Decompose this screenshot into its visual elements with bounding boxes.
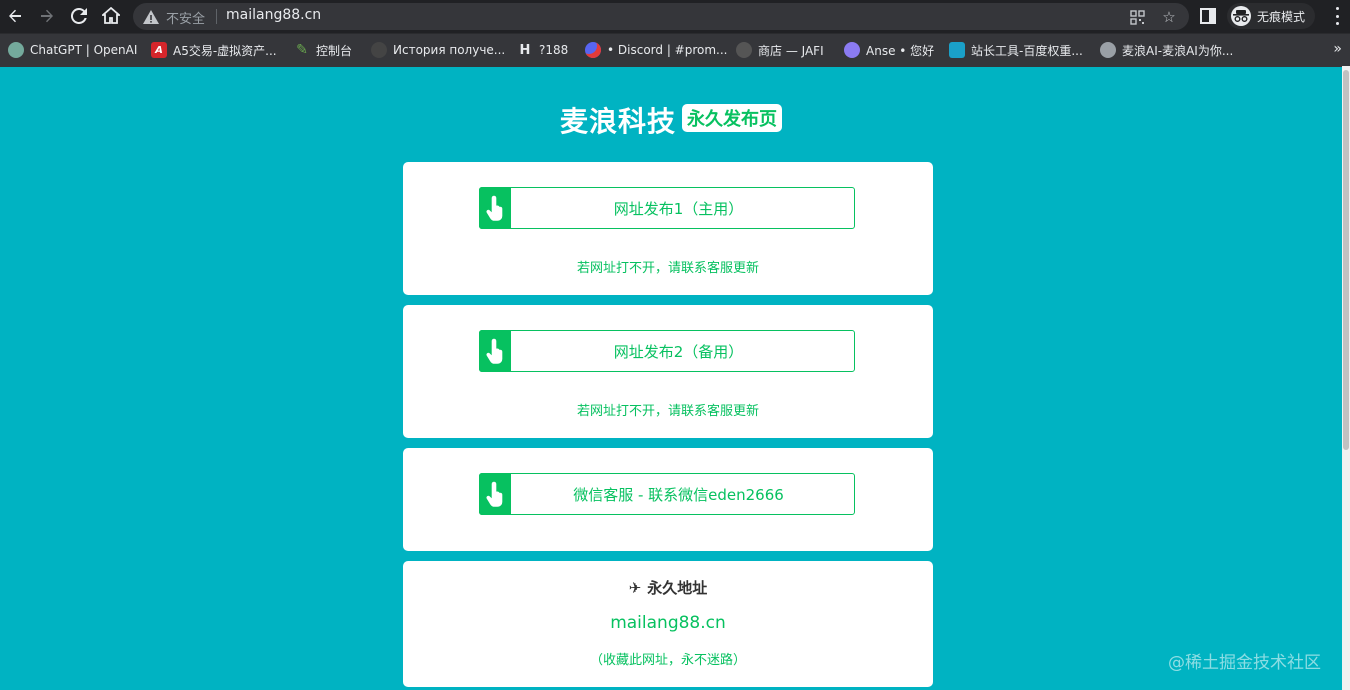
bookmark-item[interactable]: ✎ 控制台 <box>294 40 352 60</box>
permanent-title-text: 永久地址 <box>647 579 708 597</box>
openai-icon <box>8 42 24 58</box>
link-card: 微信客服 - 联系微信eden2666 <box>403 448 933 551</box>
more-bookmarks-icon[interactable]: » <box>1333 41 1342 57</box>
bookmark-label: ?188 <box>539 43 569 57</box>
bookmark-label: Anse • 您好 <box>866 43 935 58</box>
anse-icon <box>844 42 860 58</box>
link-button-backup[interactable]: 网址发布2（备用） <box>479 329 855 372</box>
link-button-label: 网址发布2（备用） <box>613 342 744 361</box>
bookmark-label: 麦浪AI-麦浪AI为你... <box>1122 43 1234 58</box>
contact-note: 若网址打不开，请联系客服更新 <box>576 404 759 419</box>
pointer-hand-icon <box>479 472 511 515</box>
permanent-address-card: ✈ 永久地址 mailang88.cn （收藏此网址，永不迷路） <box>403 561 933 687</box>
bookmark-item[interactable]: Anse • 您好 <box>844 40 934 60</box>
console-icon: ✎ <box>296 42 308 58</box>
bookmarks-bar: ChatGPT | OpenAI A A5交易-虚拟资产... ✎ 控制台 Ис… <box>0 33 1350 67</box>
link-button-primary[interactable]: 网址发布1（主用） <box>479 186 855 229</box>
pointer-hand-icon <box>479 329 511 372</box>
permanent-title: ✈ 永久地址 <box>403 577 933 598</box>
side-panel-icon[interactable] <box>1200 8 1216 24</box>
bookmark-label: История получе... <box>393 43 506 57</box>
bookmark-item[interactable]: 麦浪AI-麦浪AI为你... <box>1100 40 1233 60</box>
store-icon <box>736 42 752 58</box>
incognito-label: 无痕模式 <box>1257 9 1306 24</box>
discord-icon <box>585 42 601 58</box>
security-label[interactable]: 不安全 <box>166 8 205 27</box>
bookmark-item[interactable]: История получе... <box>371 40 505 60</box>
omnibox-divider <box>216 9 217 24</box>
url-text[interactable]: mailang88.cn <box>226 7 321 23</box>
link-card: 网址发布1（主用） 若网址打不开，请联系客服更新 <box>403 162 933 295</box>
reload-icon[interactable] <box>69 6 89 26</box>
watermark: @稀土掘金技术社区 <box>1168 653 1321 673</box>
h-icon: H <box>519 42 531 58</box>
bookmark-item[interactable]: 商店 — JAFI <box>736 40 824 60</box>
link-button-label: 网址发布1（主用） <box>613 199 744 218</box>
bookmark-label: 控制台 <box>316 43 353 58</box>
a5-icon: A <box>151 42 167 58</box>
bookmark-label: A5交易-虚拟资产... <box>173 43 277 58</box>
address-bar[interactable]: 不安全 mailang88.cn ☆ <box>133 3 1189 30</box>
site-title: 麦浪科技 <box>559 105 676 138</box>
link-button-label: 微信客服 - 联系微信eden2666 <box>573 485 784 504</box>
bookmark-item[interactable]: A A5交易-虚拟资产... <box>151 40 277 60</box>
airplane-icon: ✈ <box>628 578 642 597</box>
back-arrow-icon[interactable] <box>5 6 25 26</box>
bookmark-label: 商店 — JAFI <box>758 43 824 58</box>
warning-icon[interactable] <box>143 9 159 25</box>
scrollbar-thumb[interactable] <box>1343 70 1349 450</box>
permanent-url[interactable]: mailang88.cn <box>403 613 933 633</box>
incognito-icon <box>1231 6 1251 26</box>
pointer-hand-icon <box>479 186 511 229</box>
history-icon <box>371 42 387 58</box>
more-menu-icon[interactable] <box>1330 7 1344 25</box>
bookmark-label: • Discord | #prom... <box>607 43 728 57</box>
incognito-indicator[interactable]: 无痕模式 <box>1227 3 1316 29</box>
wechat-support-button[interactable]: 微信客服 - 联系微信eden2666 <box>479 472 855 515</box>
browser-toolbar: 不安全 mailang88.cn ☆ 无痕模式 <box>0 0 1350 33</box>
qr-code-icon[interactable] <box>1128 8 1146 26</box>
permanent-badge: 永久发布页 <box>682 104 782 132</box>
bookmark-item[interactable]: 站长工具-百度权重... <box>949 40 1083 60</box>
bookmark-item[interactable]: • Discord | #prom... <box>585 40 728 60</box>
bookmark-item[interactable]: H ?188 <box>517 40 569 60</box>
home-icon[interactable] <box>101 6 121 26</box>
bookmark-label: 站长工具-百度权重... <box>971 43 1083 58</box>
page-header: 麦浪科技 永久发布页 <box>0 100 1342 140</box>
link-card: 网址发布2（备用） 若网址打不开，请联系客服更新 <box>403 305 933 438</box>
bookmark-item[interactable]: ChatGPT | OpenAI <box>8 40 137 60</box>
bookmark-label: ChatGPT | OpenAI <box>30 43 138 57</box>
bookmark-hint: （收藏此网址，永不迷路） <box>589 653 746 668</box>
forward-arrow-icon[interactable] <box>37 6 57 26</box>
globe-icon <box>1100 42 1116 58</box>
contact-note: 若网址打不开，请联系客服更新 <box>576 261 759 276</box>
webmaster-icon <box>949 42 965 58</box>
bookmark-star-icon[interactable]: ☆ <box>1160 8 1178 26</box>
